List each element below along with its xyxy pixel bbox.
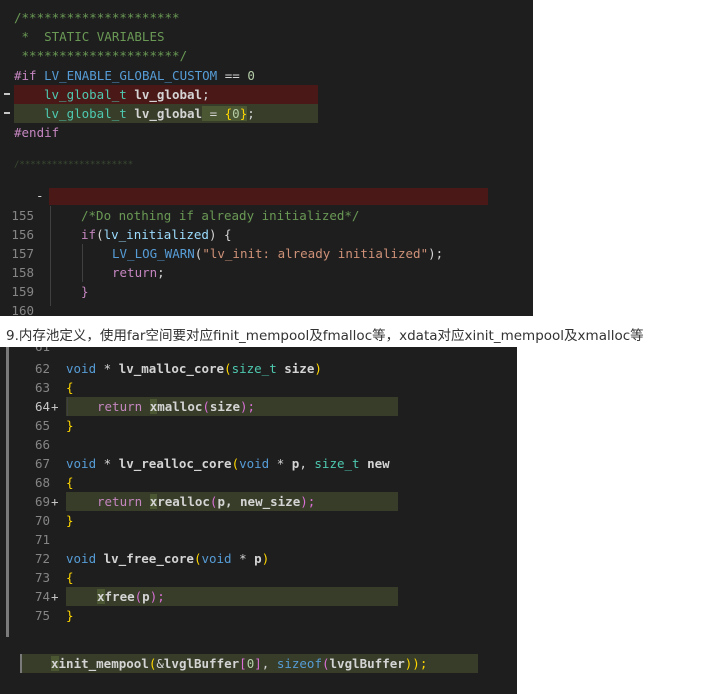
line-number: 62	[34, 361, 50, 376]
caption-text: 9.内存池定义，使用far空间要对应finit_mempool及fmalloc等…	[6, 328, 644, 344]
added-marker	[4, 112, 10, 114]
code-line-74: xfree(p);	[97, 589, 165, 604]
line-number: 155	[11, 208, 34, 223]
endif-directive-line: #endif	[14, 125, 60, 140]
comment-line-2: * STATIC VARIABLES	[14, 29, 165, 44]
line-number: 158	[11, 265, 34, 280]
change-bar	[20, 654, 22, 673]
code-line-72: void lv_free_core(void * p)	[66, 551, 270, 566]
code-line-62: void * lv_malloc_core(size_t size)	[66, 361, 322, 376]
code-line-69: return xrealloc(p, new_size);	[97, 494, 316, 509]
added-plus-icon: +	[51, 589, 59, 604]
code-line-159: }	[81, 284, 89, 299]
line-number: 65	[34, 418, 50, 433]
code-line-70: }	[66, 513, 74, 528]
code-line-158: return;	[112, 265, 165, 280]
change-bar	[6, 347, 9, 637]
faded-comment-line: /*********************	[14, 160, 134, 170]
indent-guide	[50, 206, 51, 306]
line-number: 73	[34, 570, 50, 585]
code-line-157: LV_LOG_WARN("lv_init: already initialize…	[112, 246, 444, 261]
code-line-63: {	[66, 380, 74, 395]
line-number: 74	[34, 589, 50, 604]
line-number: 160	[11, 303, 34, 316]
line-number: 70	[34, 513, 50, 528]
indent-guide	[67, 397, 68, 416]
code-line-67: void * lv_realloc_core(void * p, size_t …	[66, 456, 390, 471]
comment-line-1: /*********************	[14, 10, 180, 25]
added-plus-icon: +	[51, 494, 59, 509]
added-plus-icon: +	[51, 399, 59, 414]
line-number: 71	[34, 532, 50, 547]
removed-marker	[4, 93, 10, 95]
code-line-68: {	[66, 475, 74, 490]
line-number: 157	[11, 246, 34, 261]
code-panel-top: /********************* * STATIC VARIABLE…	[0, 0, 533, 316]
line-number: 75	[34, 608, 50, 623]
line-number: 68	[34, 475, 50, 490]
code-line-65: }	[66, 418, 74, 433]
line-number: 66	[34, 437, 50, 452]
removed-block-highlight	[49, 188, 488, 205]
code-line-64: return xmalloc(size);	[97, 399, 256, 414]
added-code-line: lv_global_t lv_global = {0};	[44, 106, 255, 121]
code-line-75: }	[66, 608, 74, 623]
line-number: 63	[34, 380, 50, 395]
init-mempool-line: xinit_mempool(&lvglBuffer[0], sizeof(lvg…	[51, 656, 428, 671]
code-line-155: /*Do nothing if already initialized*/	[81, 208, 360, 223]
indent-guide	[82, 244, 83, 282]
line-number: 156	[11, 227, 34, 242]
line-number: 67	[34, 456, 50, 471]
code-panel-bottom: 61 62 63 64 + 65 66 67 68 69 + 70 71 72 …	[0, 347, 517, 694]
fold-dash: -	[36, 188, 44, 203]
if-directive-line: #if LV_ENABLE_GLOBAL_CUSTOM == 0	[14, 68, 255, 83]
line-number: 159	[11, 284, 34, 299]
line-number: 61	[24, 347, 50, 356]
code-line-156: if(lv_initialized) {	[81, 227, 232, 242]
line-number: 64	[34, 399, 50, 414]
removed-code-line: lv_global_t lv_global;	[44, 87, 210, 102]
line-number: 72	[34, 551, 50, 566]
comment-line-3: *********************/	[14, 48, 188, 63]
code-line-73: {	[66, 570, 74, 585]
line-number: 69	[34, 494, 50, 509]
